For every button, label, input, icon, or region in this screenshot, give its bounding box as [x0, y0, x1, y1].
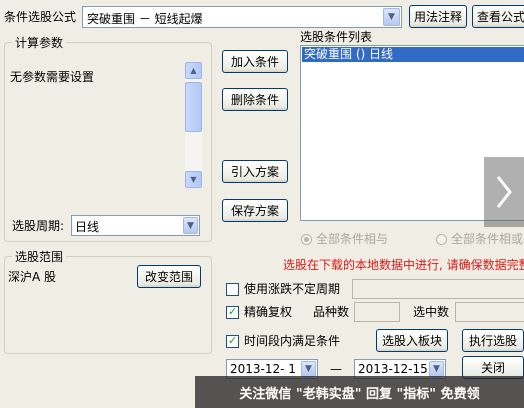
- data-notice: 选股在下载的本地数据中进行, 请确保数据完整: [283, 258, 524, 272]
- period-select-value: 日线: [75, 220, 100, 234]
- params-area: 无参数需要设置 ▲ ▼: [6, 62, 204, 188]
- delete-condition-button[interactable]: 删除条件: [222, 88, 288, 111]
- change-range-button[interactable]: 改变范围: [137, 265, 201, 288]
- all-or-radio[interactable]: [436, 234, 447, 245]
- precise-adjust-checkbox[interactable]: [226, 305, 239, 319]
- range-group-title: 选股范围: [12, 250, 67, 264]
- variety-count-label: 品种数: [313, 305, 350, 319]
- selected-count-field: [455, 302, 524, 322]
- chevron-down-icon[interactable]: ▼: [383, 8, 400, 26]
- range-value: 深沪A 股: [8, 270, 57, 284]
- usage-notes-button[interactable]: 用法注释: [409, 5, 467, 28]
- uncertain-period-label: 使用涨跌不定周期: [244, 282, 341, 296]
- condition-list-title: 选股条件列表: [300, 30, 373, 44]
- add-to-block-button[interactable]: 选股入板块: [376, 329, 448, 352]
- scroll-up-icon[interactable]: ▲: [185, 62, 202, 79]
- params-group-title: 计算参数: [12, 36, 67, 50]
- start-date-value: 2013-12- 1: [230, 362, 296, 376]
- scroll-thumb[interactable]: [185, 82, 202, 132]
- add-condition-button[interactable]: 加入条件: [222, 50, 288, 73]
- view-formula-button[interactable]: 查看公式: [472, 5, 524, 28]
- selected-count-label: 选中数: [413, 305, 450, 319]
- execute-selection-button[interactable]: 执行选股: [462, 329, 524, 352]
- all-and-label: 全部条件相与: [316, 232, 389, 246]
- watermark-banner: 关注微信 "老韩实盘" 回复 "指标" 免费领: [195, 376, 524, 408]
- precise-adjust-label: 精确复权: [244, 305, 293, 319]
- period-label: 选股周期:: [12, 219, 65, 233]
- uncertain-period-field: [352, 279, 524, 299]
- period-select[interactable]: 日线 ▼: [71, 215, 200, 236]
- time-range-label: 时间段内满足条件: [244, 334, 341, 348]
- scroll-down-icon[interactable]: ▼: [185, 171, 202, 188]
- list-item[interactable]: 突破重围 () 日线: [302, 47, 524, 62]
- chevron-right-icon: [496, 176, 512, 208]
- time-range-checkbox[interactable]: [226, 334, 239, 348]
- formula-label: 条件选股公式: [4, 10, 77, 24]
- chevron-down-icon[interactable]: ▼: [183, 217, 198, 234]
- uncertain-period-checkbox[interactable]: [226, 283, 239, 296]
- all-or-label: 全部条件相或: [451, 232, 524, 246]
- end-date-value: 2013-12-15: [358, 362, 428, 376]
- formula-select-value: 突破重围 － 短线起爆: [87, 12, 203, 26]
- date-dash: —: [330, 362, 342, 376]
- params-scrollbar[interactable]: ▲ ▼: [185, 62, 202, 188]
- next-arrow-icon[interactable]: [484, 157, 524, 227]
- variety-count-field: [354, 302, 400, 322]
- params-text: 无参数需要设置: [10, 70, 95, 84]
- chevron-down-icon[interactable]: ▼: [301, 361, 316, 377]
- import-plan-button[interactable]: 引入方案: [222, 160, 288, 183]
- formula-select[interactable]: 突破重围 － 短线起爆 ▼: [82, 6, 402, 28]
- chevron-down-icon[interactable]: ▼: [429, 361, 444, 377]
- save-plan-button[interactable]: 保存方案: [222, 199, 288, 222]
- all-and-radio[interactable]: [301, 234, 312, 245]
